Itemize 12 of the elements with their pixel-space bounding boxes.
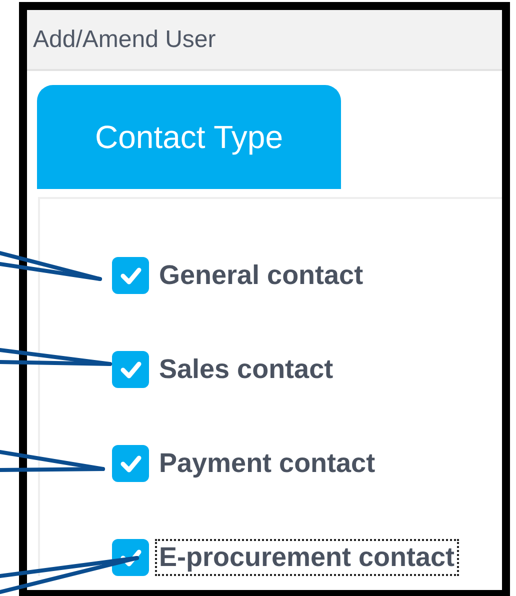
checkbox[interactable]: [112, 445, 149, 482]
checkbox[interactable]: [112, 257, 149, 294]
checkbox-label[interactable]: Sales contact: [155, 351, 338, 388]
checkbox-label[interactable]: E-procurement contact: [155, 539, 459, 576]
checkmark-icon: [120, 360, 142, 378]
checkmark-icon: [120, 548, 142, 566]
checkbox-label[interactable]: General contact: [155, 257, 368, 294]
page-title: Add/Amend User: [33, 26, 216, 54]
checkbox[interactable]: [112, 351, 149, 388]
checkmark-icon: [120, 266, 142, 284]
checkmark-icon: [120, 454, 142, 472]
checkbox-label[interactable]: Payment contact: [155, 445, 380, 482]
